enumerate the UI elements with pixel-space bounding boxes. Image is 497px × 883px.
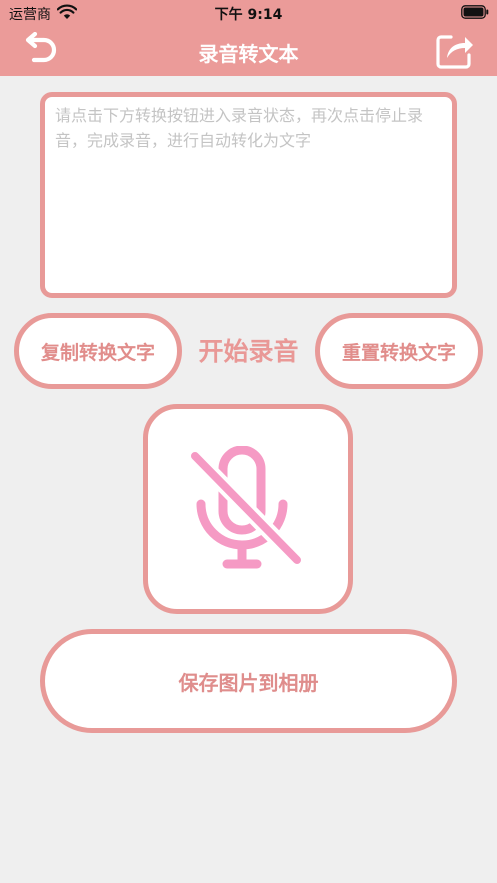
page-title: 录音转文本 bbox=[198, 42, 299, 66]
status-time: 下午 9:14 bbox=[214, 7, 283, 23]
copy-text-button[interactable]: 复制转换文字 bbox=[14, 313, 182, 389]
reset-text-button[interactable]: 重置转换文字 bbox=[315, 313, 483, 389]
share-icon bbox=[436, 35, 473, 69]
nav-bar: 录音转文本 bbox=[0, 26, 497, 76]
record-status-label: 开始录音 bbox=[198, 337, 299, 366]
status-bar: 运营商 下午 9:14 bbox=[0, 0, 497, 26]
save-image-button[interactable]: 保存图片到相册 bbox=[40, 629, 457, 733]
top-bar: 运营商 下午 9:14 录音转文本 bbox=[0, 0, 497, 76]
transcript-box bbox=[40, 92, 457, 298]
share-button[interactable] bbox=[435, 31, 475, 71]
transcript-input[interactable] bbox=[45, 97, 452, 293]
microphone-off-icon bbox=[189, 446, 305, 569]
record-button[interactable] bbox=[143, 404, 353, 614]
battery-icon bbox=[461, 5, 489, 19]
